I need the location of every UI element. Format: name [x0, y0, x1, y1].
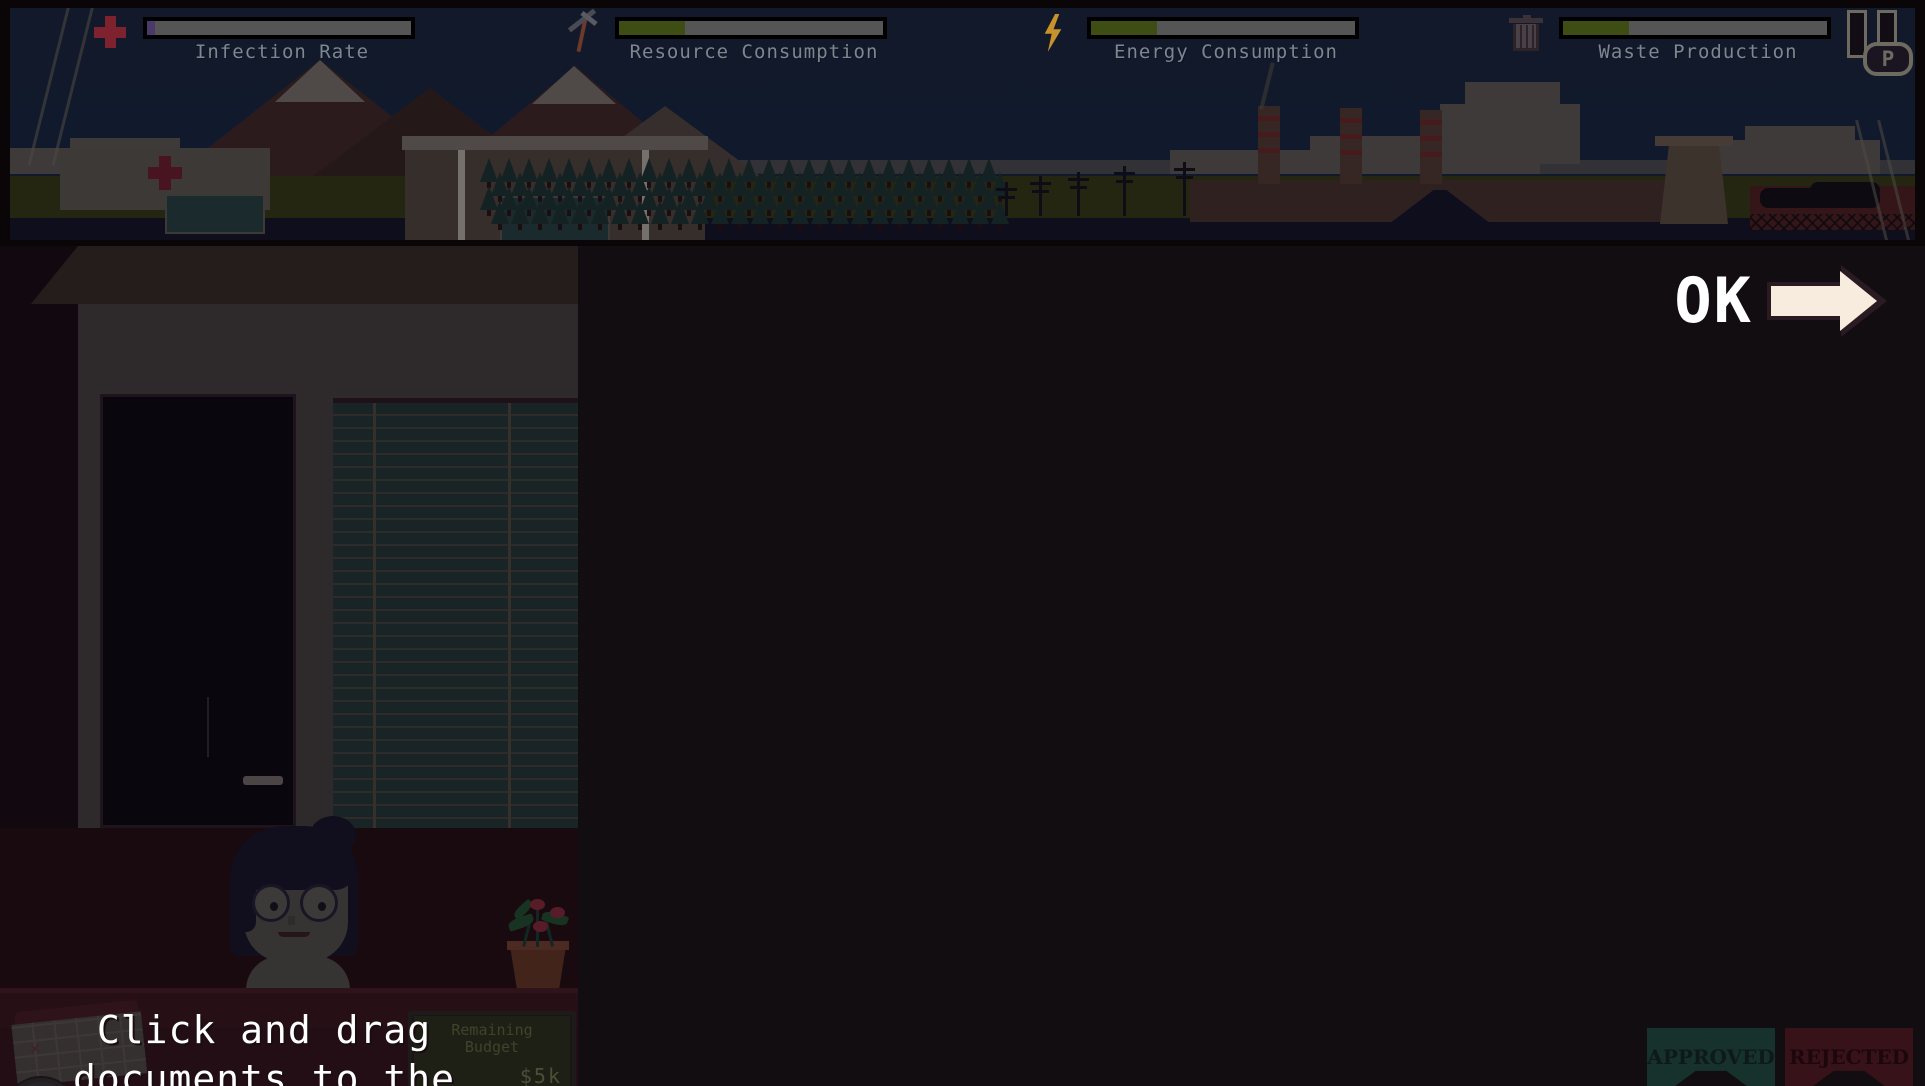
- cooling-tower: [1660, 140, 1728, 224]
- resource-meters: Infection Rate Resource Consumption Ener: [0, 0, 1925, 80]
- pickaxe-icon: [560, 8, 602, 54]
- infection-rate-label: Infection Rate: [194, 41, 370, 63]
- lightning-icon: [1032, 12, 1074, 54]
- resource-consumption-bar: [616, 18, 886, 38]
- ceiling: [0, 246, 578, 308]
- smokestack: [1258, 106, 1280, 184]
- door-handle-icon: [243, 776, 283, 785]
- energy-consumption-label: Energy Consumption: [1114, 41, 1338, 63]
- bar-fill: [619, 21, 685, 35]
- office-window: [333, 398, 578, 828]
- chain-link-fence: [1750, 214, 1915, 230]
- window-blinds: [333, 403, 578, 828]
- potted-plant: [500, 891, 574, 991]
- blind-cord: [508, 403, 511, 828]
- canopy-post: [458, 150, 465, 240]
- infection-rate-bar: [144, 18, 414, 38]
- nose: [288, 916, 295, 925]
- energy-consumption-bar: [1088, 18, 1358, 38]
- waste-pile: [1810, 182, 1880, 198]
- hospital-windows: [165, 194, 265, 234]
- decision-trays: APPROVED REJECTED: [1647, 1028, 1913, 1086]
- waste-production-label: Waste Production: [1598, 41, 1798, 63]
- approved-tray[interactable]: APPROVED: [1647, 1028, 1775, 1086]
- rejected-tray-label: REJECTED: [1789, 1045, 1909, 1069]
- cooling-tower-rim: [1655, 136, 1733, 146]
- left-wall: [0, 304, 80, 828]
- pause-button[interactable]: P: [1839, 4, 1917, 78]
- meter-waste-production: Waste Production: [1504, 0, 1836, 63]
- bar-fill: [147, 21, 155, 35]
- meter-infection-rate: Infection Rate: [88, 0, 420, 63]
- pine-forest: [480, 158, 1010, 230]
- cloud-bank: [1745, 126, 1855, 156]
- waste-production-bar: [1560, 18, 1830, 38]
- right-arrow-icon: [1767, 264, 1887, 337]
- meter-resource-consumption: Resource Consumption: [560, 0, 892, 63]
- blind-cord: [373, 403, 376, 828]
- world-status-bar: Infection Rate Resource Consumption Ener: [0, 0, 1925, 246]
- meter-energy-consumption: Energy Consumption: [1032, 0, 1364, 63]
- red-cross-icon: [88, 12, 130, 54]
- glasses-left-lens: [252, 884, 290, 922]
- ok-button-label: OK: [1674, 264, 1753, 337]
- glasses-right-lens: [300, 884, 338, 922]
- trash-can-icon: [1504, 12, 1546, 54]
- bar-fill: [1563, 21, 1629, 35]
- mouth: [278, 932, 310, 937]
- resource-consumption-label: Resource Consumption: [629, 41, 879, 63]
- instruction-text: Click and drag documents to the right: [72, 1008, 456, 1086]
- station-canopy: [402, 136, 708, 150]
- office-door[interactable]: [100, 394, 296, 828]
- smokestack: [1420, 110, 1442, 184]
- pause-hotkey-badge: P: [1863, 42, 1913, 76]
- smokestack: [1340, 108, 1362, 184]
- bar-fill: [1091, 21, 1157, 35]
- main-game-area: OK Remaining Budget $5k ✕ Click and drag…: [0, 246, 1925, 1086]
- red-cross-sign: [148, 156, 182, 190]
- ok-button[interactable]: OK: [1674, 264, 1887, 337]
- waste-dump-site: [1750, 182, 1915, 230]
- approved-tray-label: APPROVED: [1647, 1045, 1775, 1069]
- office-panel: Remaining Budget $5k ✕ Click and drag do…: [0, 246, 578, 1086]
- rejected-tray[interactable]: REJECTED: [1785, 1028, 1913, 1086]
- desk-edge: [0, 988, 578, 993]
- smoke-plume: [1465, 82, 1560, 127]
